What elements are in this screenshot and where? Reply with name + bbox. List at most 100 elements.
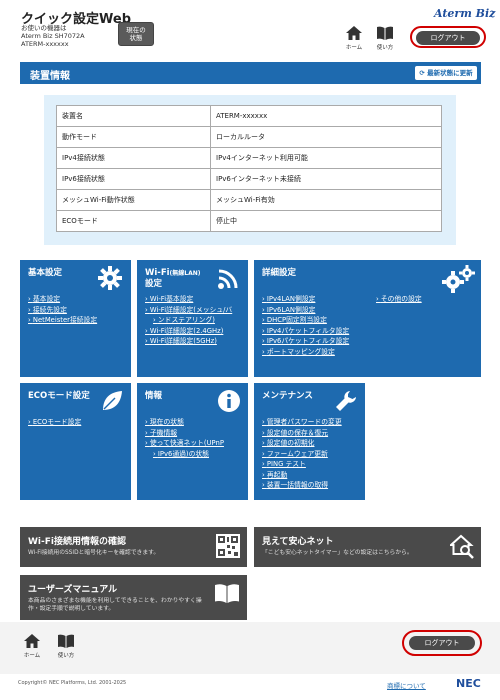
row-key: 装置名 — [56, 105, 211, 127]
link-admin-password[interactable]: 管理者パスワードの変更 — [262, 417, 342, 428]
device-info-table: 装置名 ATERM-xxxxxx 動作モード ローカルルータ IPv4接続状態 IPv… — [56, 105, 442, 232]
safe-net-button[interactable]: 見えて安心ネット 「こども安心ネットタイマー」などの設定はこちらから。 — [254, 527, 481, 567]
refresh-label: 最新状態に更新 — [427, 69, 473, 77]
bar-description: 本商品のさまざまな機能を利用してできることを、わかりやすく操 作・設定手順で説明… — [28, 597, 202, 613]
row-key: IPv6接続状態 — [56, 168, 211, 190]
link-wifi-basic[interactable]: Wi-Fi基本設定 — [145, 294, 232, 305]
users-manual-button[interactable]: ユーザーズマニュアル 本商品のさまざまな機能を利用してできることを、わかりやすく… — [20, 575, 247, 620]
logout-button-bottom[interactable]: ログアウト — [409, 636, 475, 650]
link-wifi-mesh-cont[interactable]: ンドステアリング) — [145, 315, 232, 326]
home-search-icon — [450, 534, 474, 559]
link-factory-reset[interactable]: 設定値の初期化 — [262, 438, 342, 449]
row-key: ECOモード — [56, 210, 211, 232]
link-device-info-export[interactable]: 装置一括情報の取得 — [262, 480, 342, 491]
bar-title: ユーザーズマニュアル — [28, 585, 118, 595]
eco-links: ECOモード設定 — [28, 417, 81, 428]
bar-description-line1: 本商品のさまざまな機能を利用してできることを、わかりやすく操 — [28, 598, 202, 604]
tile-title: 情報 — [145, 391, 163, 401]
refresh-icon: ⟳ — [419, 69, 428, 77]
link-upnp-status-cont[interactable]: IPv6通過)の状態 — [145, 449, 224, 460]
home-label: ホーム — [345, 45, 363, 51]
link-ipv4-filter[interactable]: IPv4パケットフィルタ設定 — [262, 326, 349, 337]
link-port-mapping[interactable]: ポートマッピング設定 — [262, 347, 349, 358]
footer-home-label: ホーム — [23, 653, 41, 659]
tile-title: メンテナンス — [262, 391, 313, 401]
device-model: Aterm Biz SH7072A — [21, 32, 85, 40]
link-reboot[interactable]: 再起動 — [262, 470, 342, 481]
table-row: IPv4接続状態 IPv4インターネット利用可能 — [56, 147, 442, 169]
trademark-link[interactable]: 商標について — [387, 680, 426, 690]
device-info-label: お使いの機器は — [21, 24, 67, 32]
row-value: 停止中 — [210, 210, 442, 232]
link-ipv6-filter[interactable]: IPv6パケットフィルタ設定 — [262, 336, 349, 347]
copyright: Copyright© NEC Platforms, Ltd. 2001-2025 — [18, 680, 127, 686]
leaf-icon — [103, 391, 122, 410]
logout-button-top[interactable]: ログアウト — [416, 31, 480, 45]
link-basic-settings[interactable]: 基本設定 — [28, 294, 97, 305]
table-row: ECOモード 停止中 — [56, 210, 442, 232]
advanced-links: IPv4LAN側設定 IPv6LAN側設定 DHCP固定割当設定 IPv4パケッ… — [262, 294, 349, 357]
tile-title: Wi-Fi(無線LAN) 設定 — [145, 268, 201, 290]
link-ipv6-lan[interactable]: IPv6LAN側設定 — [262, 305, 349, 316]
link-eco-mode[interactable]: ECOモード設定 — [28, 417, 81, 428]
tile-maintenance: メンテナンス 管理者パスワードの変更 設定値の保存＆復元 設定値の初期化 ファー… — [254, 383, 365, 500]
brand-logo: Aterm Biz — [434, 7, 496, 20]
link-save-restore[interactable]: 設定値の保存＆復元 — [262, 428, 342, 439]
link-current-status[interactable]: 現在の状態 — [145, 417, 224, 428]
link-netmeister-settings[interactable]: NetMeister接続設定 — [28, 315, 97, 326]
qr-code-icon — [216, 534, 240, 558]
link-dhcp-fixed[interactable]: DHCP固定割当設定 — [262, 315, 349, 326]
wifi-connection-info-button[interactable]: Wi-Fi接続用情報の確認 Wi-Fi接続用のSSIDと暗号化キーを確認できます… — [20, 527, 247, 567]
device-info-header: 装置情報 ⟳ 最新状態に更新 — [20, 62, 481, 84]
row-value: ATERM-xxxxxx — [210, 105, 442, 127]
manual-book-icon — [215, 584, 239, 603]
row-value: ローカルルータ — [210, 126, 442, 148]
home-link[interactable]: ホーム — [342, 26, 366, 51]
howto-link[interactable]: 使い方 — [373, 26, 397, 51]
link-wifi-mesh[interactable]: Wi-Fi詳細設定(メッシュ/バ — [145, 305, 232, 316]
row-key: IPv4接続状態 — [56, 147, 211, 169]
status-button-line1: 現在の — [126, 26, 146, 34]
tile-title: 詳細設定 — [262, 268, 297, 278]
advanced-other-links: その他の設定 — [376, 294, 422, 305]
gear-icon — [98, 266, 122, 290]
link-other-settings[interactable]: その他の設定 — [376, 294, 422, 305]
device-info-panel: 装置名 ATERM-xxxxxx 動作モード ローカルルータ IPv4接続状態 IPv… — [44, 95, 456, 245]
logout-highlight-top: ログアウト — [410, 26, 486, 48]
section-title: 装置情報 — [30, 71, 70, 82]
footer-howto-link[interactable]: 使い方 — [54, 634, 78, 659]
bar-description: 「こども安心ネットタイマー」などの設定はこちらから。 — [262, 550, 413, 556]
wifi-links: Wi-Fi基本設定 Wi-Fi詳細設定(メッシュ/バ ンドステアリング) Wi-… — [145, 294, 232, 347]
table-row: メッシュWi-Fi動作状態 メッシュWi-Fi有効 — [56, 189, 442, 211]
table-row: 装置名 ATERM-xxxxxx — [56, 105, 442, 127]
logout-highlight-bottom: ログアウト — [402, 630, 482, 656]
info-icon — [218, 390, 240, 412]
link-wifi-5ghz[interactable]: Wi-Fi詳細設定(5GHz) — [145, 336, 232, 347]
table-row: IPv6接続状態 IPv6インターネット未接続 — [56, 168, 442, 190]
refresh-button[interactable]: ⟳ 最新状態に更新 — [415, 66, 477, 80]
wifi-title-line2: 設定 — [145, 279, 163, 289]
home-icon — [24, 634, 40, 648]
link-client-info[interactable]: 子機情報 — [145, 428, 224, 439]
link-upnp-status[interactable]: 使って快適ネット(UPnP — [145, 438, 224, 449]
device-info: お使いの機器は Aterm Biz SH7072A ATERM-xxxxxx — [21, 24, 85, 48]
link-ipv4-lan[interactable]: IPv4LAN側設定 — [262, 294, 349, 305]
header: クイック設定Web お使いの機器は Aterm Biz SH7072A ATER… — [0, 0, 500, 56]
current-status-button[interactable]: 現在の 状態 — [118, 22, 154, 46]
link-connection-settings[interactable]: 接続先設定 — [28, 305, 97, 316]
bar-description-line2: 作・設定手順で説明しています。 — [28, 606, 115, 612]
book-icon — [377, 26, 393, 40]
wifi-title-sub: (無線LAN) — [169, 270, 201, 277]
tile-title: 基本設定 — [28, 268, 63, 278]
bar-title: Wi-Fi接続用情報の確認 — [28, 537, 126, 547]
link-firmware-update[interactable]: ファームウェア更新 — [262, 449, 342, 460]
footer-home-link[interactable]: ホーム — [20, 634, 44, 659]
link-wifi-24ghz[interactable]: Wi-Fi詳細設定(2.4GHz) — [145, 326, 232, 337]
footer-howto-label: 使い方 — [57, 653, 75, 659]
link-ping-test[interactable]: PING テスト — [262, 459, 342, 470]
row-value: メッシュWi-Fi有効 — [210, 189, 442, 211]
bar-title: 見えて安心ネット — [262, 537, 334, 547]
row-value: IPv6インターネット未接続 — [210, 168, 442, 190]
home-icon — [346, 26, 362, 40]
wifi-signal-icon — [218, 269, 238, 289]
